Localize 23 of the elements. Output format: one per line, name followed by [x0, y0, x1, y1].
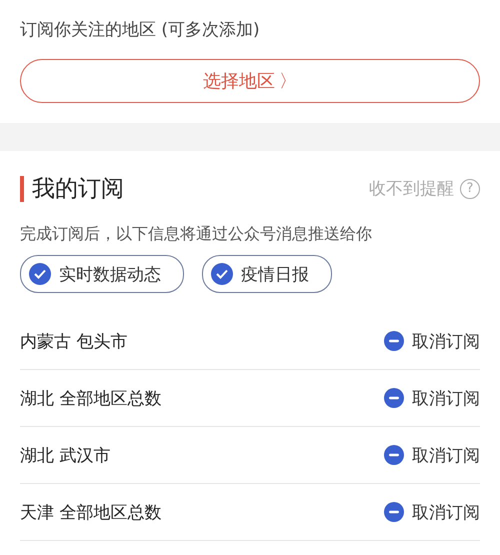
select-region-button[interactable]: 选择地区 〉	[20, 59, 480, 103]
unsubscribe-button[interactable]: 取消订阅	[384, 330, 480, 352]
description-text: 完成订阅后，以下信息将通过公众号消息推送给你	[20, 224, 373, 245]
unsubscribe-button[interactable]: 取消订阅	[384, 500, 480, 524]
section-title: 我的订阅	[32, 175, 124, 204]
region-name: 湖北 武汉市	[20, 444, 110, 466]
checkbox-icon[interactable]	[211, 263, 233, 285]
minus-icon	[384, 388, 404, 408]
option-label: 实时数据动态	[59, 264, 161, 286]
minus-icon	[384, 445, 404, 465]
option-chip[interactable]: 实时数据动态	[20, 255, 184, 293]
minus-icon	[384, 331, 404, 351]
region-name: 内蒙古 包头市	[20, 330, 128, 352]
section-heading: 订阅你关注的地区 (可多次添加)	[20, 19, 261, 41]
unsubscribe-button[interactable]: 取消订阅	[384, 444, 480, 466]
region-name: 湖北 全部地区总数	[20, 388, 162, 410]
unsubscribe-button[interactable]: 取消订阅	[384, 386, 480, 410]
checkbox-icon[interactable]	[29, 263, 51, 285]
minus-icon	[384, 502, 404, 522]
option-chip[interactable]: 疫情日报	[202, 255, 332, 293]
accent-bar	[20, 176, 24, 202]
option-label: 疫情日报	[241, 264, 309, 286]
region-name: 天津 全部地区总数	[20, 502, 162, 524]
